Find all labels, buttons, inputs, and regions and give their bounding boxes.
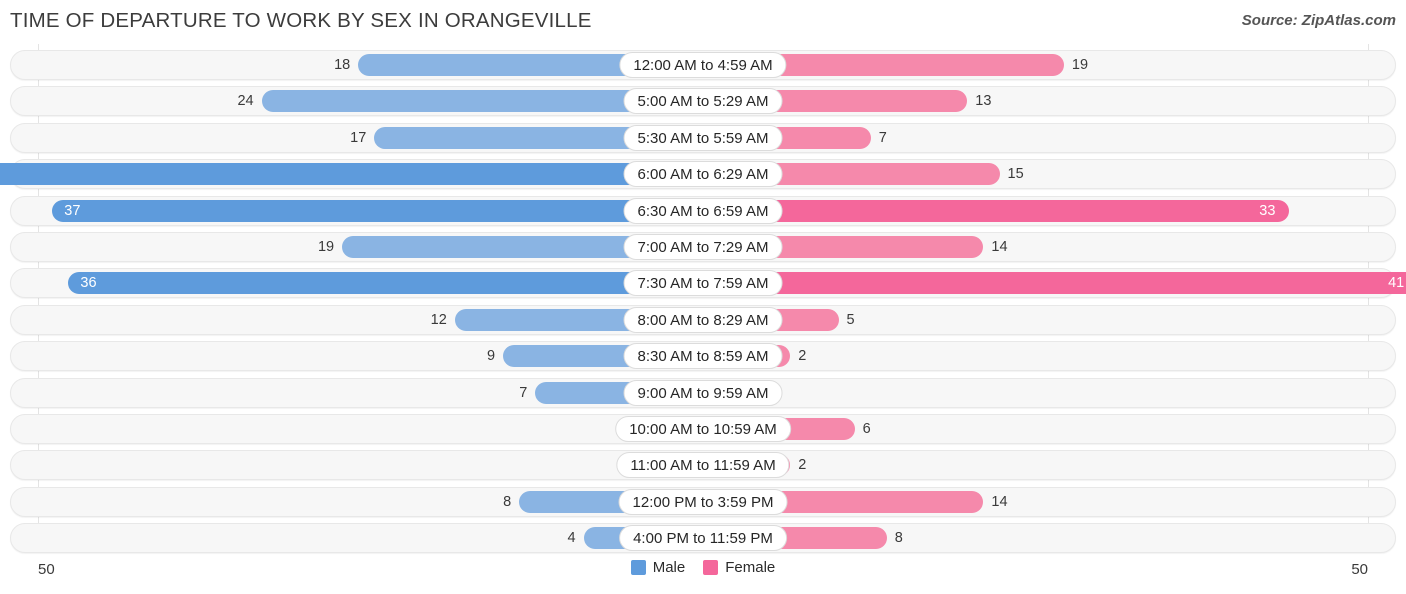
chart-footer: 50 50 Male Female: [0, 554, 1406, 594]
page-title: TIME OF DEPARTURE TO WORK BY SEX IN ORAN…: [10, 9, 592, 32]
bar-male: [0, 163, 703, 186]
row-category-label: 7:30 AM to 7:59 AM: [623, 270, 783, 297]
chart-row: 37 33 6:30 AM to 6:59 AM: [0, 195, 1406, 226]
row-category-label: 5:30 AM to 5:59 AM: [623, 124, 783, 151]
value-label-male: 8: [503, 493, 512, 510]
chart-row: 19 14 7:00 AM to 7:29 AM: [0, 231, 1406, 262]
row-category-label: 12:00 PM to 3:59 PM: [618, 488, 788, 515]
legend-swatch-male-icon: [630, 560, 646, 575]
value-label-female: 19: [1071, 57, 1089, 73]
row-category-label: 10:00 AM to 10:59 AM: [615, 415, 791, 442]
legend-label-male: Male: [652, 559, 686, 576]
row-category-label: 8:00 AM to 8:29 AM: [623, 306, 783, 333]
value-label-female: 8: [894, 530, 903, 547]
chart-row: 709:00 AM to 9:59 AM: [0, 377, 1406, 408]
value-label-male: 12: [430, 311, 447, 328]
chart-row: 18 19 12:00 AM to 4:59 AM: [0, 50, 1406, 80]
value-label-female: 14: [991, 238, 1008, 255]
chart-row: 12 5 8:00 AM to 8:29 AM: [0, 304, 1406, 335]
chart-row: 8 14 12:00 PM to 3:59 PM: [0, 486, 1406, 517]
row-category-label: 5:00 AM to 5:29 AM: [623, 88, 783, 115]
legend-item-male[interactable]: Male: [630, 559, 686, 576]
value-label-female: 15: [1007, 166, 1024, 183]
legend-swatch-female-icon: [703, 560, 719, 575]
row-category-label: 11:00 AM to 11:59 AM: [616, 452, 790, 479]
value-label-female: 33: [1259, 202, 1276, 219]
row-category-label: 9:00 AM to 9:59 AM: [623, 379, 783, 406]
bar-female: [703, 199, 1290, 222]
chart-row: 4 8 4:00 PM to 11:59 PM: [0, 523, 1406, 554]
value-label-female: 41: [1388, 275, 1405, 292]
bar-female: [703, 272, 1406, 295]
bar-male: [52, 199, 703, 222]
value-label-male: 36: [80, 275, 97, 292]
chart-row: 36 41 7:30 AM to 7:59 AM: [0, 268, 1406, 299]
row-category-label: 12:00 AM to 4:59 AM: [619, 52, 787, 78]
value-label-male: 4: [567, 530, 576, 547]
chart-row: 0610:00 AM to 10:59 AM: [0, 413, 1406, 444]
chart-row: 0211:00 AM to 11:59 AM: [0, 450, 1406, 481]
value-label-female: 14: [991, 493, 1008, 510]
value-label-female: 2: [798, 348, 807, 365]
chart-row: 44156:00 AM to 6:29 AM: [0, 159, 1406, 190]
row-category-label: 6:00 AM to 6:29 AM: [623, 161, 783, 188]
chart-legend: Male Female: [0, 559, 1406, 576]
value-label-male: 24: [237, 93, 254, 110]
chart-header: TIME OF DEPARTURE TO WORK BY SEX IN ORAN…: [0, 0, 1406, 44]
bar-male: [68, 272, 703, 295]
chart-rows: 18 19 12:00 AM to 4:59 AM 24 13 5:00 AM to 5:…: [0, 50, 1406, 559]
value-label-male: 9: [487, 348, 496, 365]
source-attribution: Source: ZipAtlas.com: [1241, 12, 1396, 29]
value-label-female: 13: [975, 93, 992, 110]
chart-row: 24 13 5:00 AM to 5:29 AM: [0, 86, 1406, 117]
legend-label-female: Female: [725, 559, 776, 576]
legend-item-female[interactable]: Female: [703, 559, 775, 576]
value-label-female: 7: [878, 129, 887, 146]
value-label-male: 37: [64, 202, 81, 219]
row-category-label: 8:30 AM to 8:59 AM: [623, 343, 783, 370]
diverging-bar-chart: 18 19 12:00 AM to 4:59 AM 24 13 5:00 AM to 5:…: [0, 44, 1406, 554]
row-category-label: 7:00 AM to 7:29 AM: [623, 233, 783, 260]
value-label-female: 6: [862, 420, 871, 437]
value-label-female: 2: [798, 457, 807, 474]
row-category-label: 4:00 PM to 11:59 PM: [619, 525, 787, 552]
value-label-male: 17: [350, 129, 367, 146]
value-label-male: 19: [317, 238, 335, 255]
value-label-male: 18: [334, 57, 351, 73]
chart-row: 9 2 8:30 AM to 8:59 AM: [0, 341, 1406, 372]
value-label-male: 7: [519, 384, 528, 401]
row-category-label: 6:30 AM to 6:59 AM: [623, 197, 783, 224]
chart-row: 17 7 5:30 AM to 5:59 AM: [0, 122, 1406, 153]
value-label-female: 5: [846, 311, 855, 328]
